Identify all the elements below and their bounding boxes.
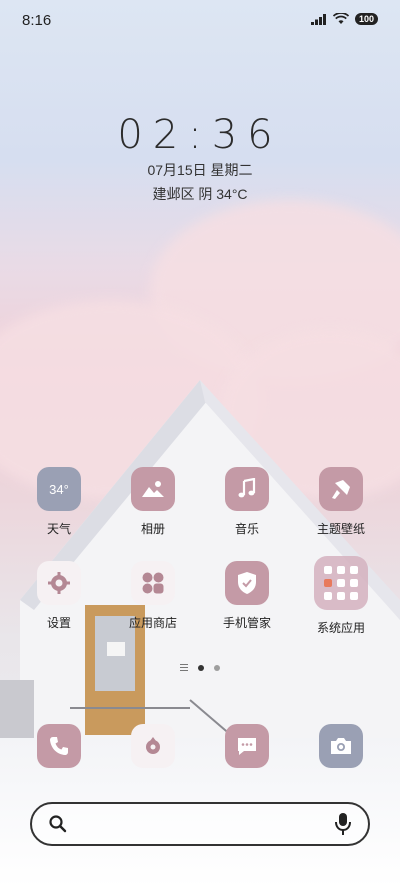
app-weather[interactable]: 34° 天气 <box>19 467 99 537</box>
status-bar: 8:16 100 <box>0 0 400 40</box>
app-label: 相册 <box>140 522 165 536</box>
brush-icon <box>319 467 363 511</box>
gear-icon <box>37 561 81 605</box>
page-dot-active <box>198 664 204 671</box>
clock-date: 07月15日 星期二 <box>147 162 253 178</box>
gallery-icon <box>131 467 175 511</box>
app-label: 设置 <box>46 616 71 630</box>
dock-camera[interactable] <box>301 724 381 768</box>
phone-icon <box>37 724 81 768</box>
clock-widget[interactable]: 02:36 07月15日 星期二 建邺区 阴 34°C <box>0 112 400 204</box>
battery-icon: 100 <box>354 13 378 25</box>
camera-icon <box>319 724 363 768</box>
status-time: 8:16 <box>22 12 52 29</box>
app-system-folder[interactable]: 系统应用 <box>301 556 381 636</box>
app-music[interactable]: 音乐 <box>207 467 287 537</box>
app-label: 主题壁纸 <box>316 522 365 536</box>
status-icons: 100 <box>310 13 378 25</box>
dock-messages[interactable] <box>207 724 287 768</box>
weather-icon-temp: 34° <box>49 481 69 497</box>
app-store-icon <box>131 561 175 605</box>
clock-time: 02:36 <box>117 112 283 158</box>
weather-icon: 34° <box>37 467 81 511</box>
page-dot <box>214 664 220 671</box>
shield-icon <box>225 561 269 605</box>
page-indicator[interactable] <box>0 664 400 671</box>
app-themes[interactable]: 主题壁纸 <box>301 467 381 537</box>
signal-icon <box>310 13 326 25</box>
app-label: 天气 <box>46 522 71 536</box>
wifi-icon <box>332 13 349 24</box>
menu-lines-icon <box>180 664 188 671</box>
browser-icon <box>131 724 175 768</box>
app-gallery[interactable]: 相册 <box>113 467 193 537</box>
dock-phone[interactable] <box>19 724 99 768</box>
search-icon <box>49 815 67 833</box>
app-label: 音乐 <box>234 522 259 536</box>
app-label: 系统应用 <box>316 621 365 635</box>
app-label: 应用商店 <box>128 616 177 630</box>
app-label: 手机管家 <box>222 616 271 630</box>
dock-browser[interactable] <box>113 724 193 768</box>
folder-icon <box>314 556 368 610</box>
app-store[interactable]: 应用商店 <box>113 561 193 631</box>
microphone-icon[interactable] <box>334 812 352 836</box>
app-settings[interactable]: 设置 <box>19 561 99 631</box>
messages-icon <box>225 724 269 768</box>
app-security[interactable]: 手机管家 <box>207 561 287 631</box>
search-bar[interactable] <box>30 802 370 846</box>
clock-weather: 建邺区 阴 34°C <box>152 186 248 202</box>
music-note-icon <box>225 467 269 511</box>
